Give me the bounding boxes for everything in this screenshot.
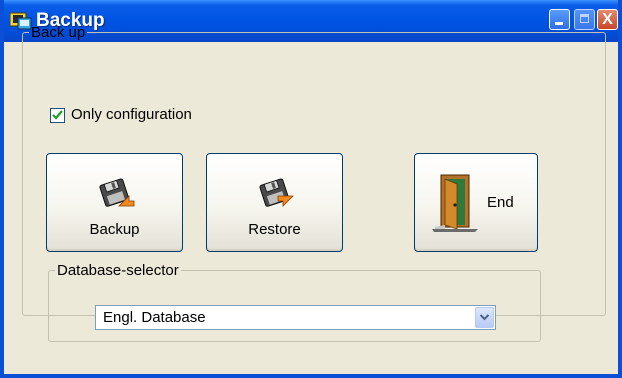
database-select[interactable]: Engl. Database bbox=[95, 305, 496, 330]
checkmark-icon bbox=[52, 110, 63, 120]
backup-group-legend: Back up bbox=[31, 24, 86, 41]
only-configuration-label: Only configuration bbox=[71, 106, 192, 123]
floppy-backup-icon bbox=[99, 178, 135, 207]
floppy-restore-icon bbox=[259, 178, 294, 207]
exit-door-icon bbox=[432, 174, 478, 232]
end-button-label: End bbox=[487, 194, 514, 211]
backup-button[interactable]: Backup bbox=[46, 153, 183, 252]
database-selector-legend: Database-selector bbox=[57, 262, 179, 279]
database-select-value: Engl. Database bbox=[103, 309, 206, 326]
backup-button-label: Backup bbox=[89, 221, 140, 238]
chevron-down-icon bbox=[480, 314, 489, 321]
database-selector-group: Database-selector bbox=[48, 262, 541, 342]
restore-button[interactable]: Restore bbox=[206, 153, 343, 252]
checkbox-box[interactable] bbox=[50, 108, 65, 123]
maximize-icon bbox=[580, 14, 589, 23]
end-button[interactable]: End bbox=[414, 153, 538, 252]
database-select-dropdown-button[interactable] bbox=[475, 307, 494, 328]
restore-button-label: Restore bbox=[248, 221, 301, 238]
